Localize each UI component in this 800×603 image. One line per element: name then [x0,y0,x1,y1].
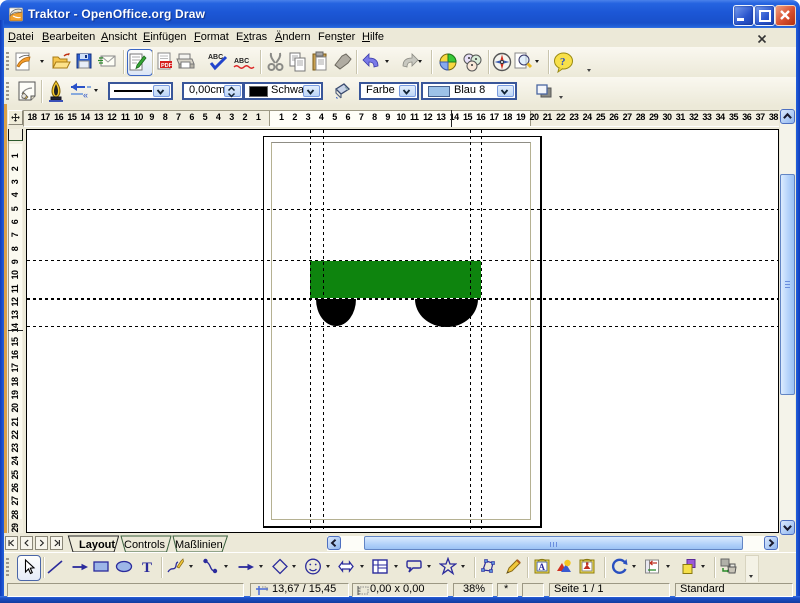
svg-text:Layout: Layout [79,539,115,551]
svg-text:Maßlinien: Maßlinien [175,539,223,551]
svg-text:Controls: Controls [124,539,165,551]
svg-text:ABC: ABC [208,54,223,61]
svg-text:«: « [83,90,88,100]
svg-text:PDF: PDF [161,63,173,69]
svg-text:ABC: ABC [234,58,249,65]
svg-text:T: T [142,560,152,576]
svg-text:?: ? [560,56,566,68]
svg-text:A: A [539,562,546,572]
